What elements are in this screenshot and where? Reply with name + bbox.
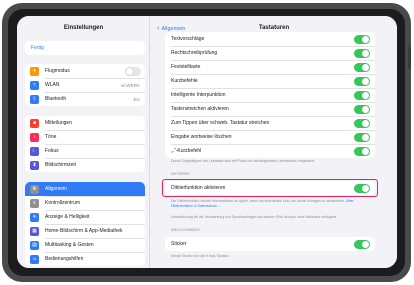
dictation-highlight-box [162,179,378,197]
page-title: Tastaturen [258,25,290,31]
row-label: Feststelltaste [171,64,201,70]
sidebar-group-notifications: ■ Mitteilungen ♪ Töne ☾ Fokus ⧗ Bildschi… [25,116,145,172]
control-center-icon: ≡ [30,198,39,208]
sidebar-item-airplane-mode[interactable]: ✈ Flugmodus [25,64,145,78]
airplane-mode-toggle[interactable] [125,66,141,76]
spell-check-toggle[interactable] [354,48,370,58]
text-suggestions-toggle[interactable] [354,34,370,44]
row-label: „.“-Kurzbefehl [171,148,202,154]
sounds-icon: ♪ [30,132,39,142]
stickers-footer: Sende Sticker von der Emoji-Tastatur. [171,254,230,258]
sidebar-group-general: ⚙ Allgemein ≡ Kontrollzentrum ☀ Anzeige … [25,182,145,266]
sidebar-item-bluetooth[interactable]: ᛒ Bluetooth Ein [25,92,145,106]
slide-to-type-toggle[interactable] [354,118,370,128]
keyboards-detail-pane: ‹ Allgemein Tastaturen Textvorschläge Re… [151,16,397,268]
notifications-icon: ■ [30,118,39,128]
row-label: Eingabe wortweise löschen [171,134,232,140]
settings-row: „.“-Kurzbefehl [165,144,375,158]
period-shortcut-toggle[interactable] [354,146,370,156]
sidebar-item-display[interactable]: ☀ Anzeige & Helligkeit [25,210,145,224]
period-shortcut-footer: Durch Doppeltippen der Leertaste wird ei… [171,159,315,163]
sidebar-item-multitasking[interactable]: ▤ Multitasking & Gesten [25,238,145,252]
delete-word-toggle[interactable] [354,132,370,142]
settings-sidebar: Einstellungen Fertig ✈ Flugmodus ≈ WLAN … [17,16,150,268]
sidebar-item-label: WLAN [45,82,60,88]
emoji-group: Sticker [165,237,375,251]
home-screen-icon: ▦ [30,226,39,236]
dictation-section-header: DIKTIEREN [171,172,190,176]
multitasking-icon: ▤ [30,240,39,250]
volume-button [408,47,411,69]
sidebar-item-label: Anzeige & Helligkeit [45,214,90,220]
done-link[interactable]: Fertig [25,41,145,55]
sidebar-item-label: Bluetooth [45,96,67,102]
accessibility-icon: ☺ [30,254,39,264]
emoji-section-header: EMOJI-SYMBOLE [171,228,200,232]
settings-row: Textvorschläge [165,32,375,46]
sidebar-item-label: Töne [45,134,57,140]
settings-row: Tastenstreichen aktivieren [165,102,375,116]
sidebar-item-home-screen[interactable]: ▦ Home-Bildschirm & App-Mediathek [25,224,145,238]
sidebar-group-connectivity: ✈ Flugmodus ≈ WLAN nicWERK ᛒ Bluetooth E… [25,64,145,106]
sidebar-item-label: Bildschirmzeit [45,162,76,168]
key-flicks-toggle[interactable] [354,104,370,114]
row-label: Sticker [171,241,187,247]
bluetooth-status-value: Ein [133,96,140,102]
sidebar-item-focus[interactable]: ☾ Fokus [25,144,145,158]
settings-row: Rechtschreibprüfung [165,46,375,60]
smart-punctuation-toggle[interactable] [354,90,370,100]
row-label: Tastenstreichen aktivieren [171,106,229,112]
settings-row: Kurzbefehle [165,74,375,88]
settings-row: Sticker [165,237,375,251]
keyboard-options-group: Textvorschläge Rechtschreibprüfung Fests… [165,32,375,158]
sidebar-item-label: Fokus [45,148,59,154]
sidebar-item-general[interactable]: ⚙ Allgemein [25,182,145,196]
row-label: Zum Tippen über schweb. Tastatur streich… [171,120,270,126]
stickers-toggle[interactable] [354,239,370,249]
dictation-offline-footer: Unterstützung für die Verarbeitung von S… [171,215,337,219]
settings-row: Zum Tippen über schweb. Tastatur streich… [165,116,375,130]
airplane-icon: ✈ [30,66,39,76]
settings-row: Intelligente Interpunktion [165,88,375,102]
shortcuts-toggle[interactable] [354,76,370,86]
settings-row: Feststelltaste [165,60,375,74]
row-label: Rechtschreibprüfung [171,50,218,56]
dictation-footer: Die Diktierfunktion sendet Informationen… [171,199,371,209]
sidebar-title: Einstellungen [63,25,104,31]
bluetooth-icon: ᛒ [30,94,39,104]
sidebar-item-sounds[interactable]: ♪ Töne [25,130,145,144]
screen: Einstellungen Fertig ✈ Flugmodus ≈ WLAN … [17,16,397,268]
row-label: Textvorschläge [171,36,205,42]
sidebar-item-label: Mitteilungen [45,120,72,126]
settings-row: Eingabe wortweise löschen [165,130,375,144]
sidebar-item-label: Bedienungshilfen [45,256,84,262]
dictation-footer-text: Die Diktierfunktion sendet Informationen… [171,199,345,203]
sidebar-item-label: Home-Bildschirm & App-Mediathek [45,228,123,234]
sidebar-item-label: Allgemein [45,186,67,192]
sidebar-item-control-center[interactable]: ≡ Kontrollzentrum [25,196,145,210]
focus-icon: ☾ [30,146,39,156]
display-icon: ☀ [30,212,39,222]
row-label: Kurzbefehle [171,78,198,84]
sidebar-item-screen-time[interactable]: ⧗ Bildschirmzeit [25,158,145,172]
sidebar-item-label: Multitasking & Gesten [45,242,94,248]
sidebar-item-accessibility[interactable]: ☺ Bedienungshilfen [25,252,145,266]
sidebar-item-notifications[interactable]: ■ Mitteilungen [25,116,145,130]
caps-lock-toggle[interactable] [354,62,370,72]
gear-icon: ⚙ [30,184,39,194]
sidebar-item-label: Flugmodus [45,68,70,74]
wifi-icon: ≈ [30,80,39,90]
screen-time-icon: ⧗ [30,160,39,170]
sidebar-item-wifi[interactable]: ≈ WLAN nicWERK [25,78,145,92]
wifi-network-value: nicWERK [120,82,140,88]
row-label: Intelligente Interpunktion [171,92,226,98]
sidebar-item-label: Kontrollzentrum [45,200,81,206]
